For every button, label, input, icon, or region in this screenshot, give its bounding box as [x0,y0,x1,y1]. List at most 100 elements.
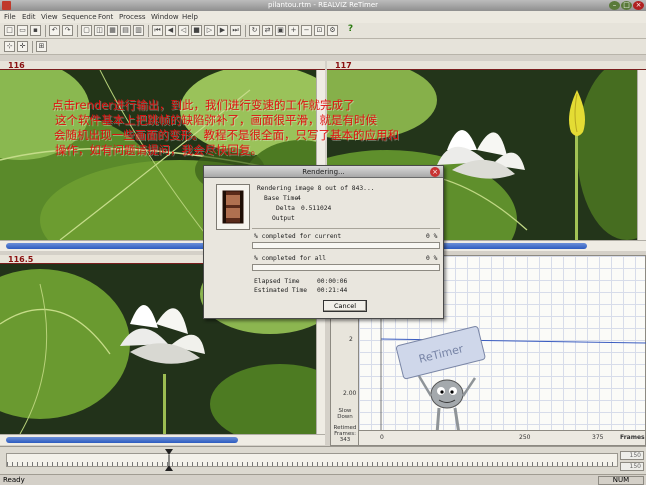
play-icon[interactable]: ▷ [204,25,215,36]
toolbar-divider [77,25,78,37]
overlay-line: 会随机出现一些画面的变形。教程不是很全面，只写了基本的应用和 [54,128,399,142]
cancel-button[interactable]: Cancel [323,300,367,312]
slow-down-label: Slow Down [337,408,353,420]
dialog-divider [252,228,440,229]
new-file-icon[interactable]: □ [4,25,15,36]
completed-all-value: 0 % [426,255,438,262]
dialog-title-bar[interactable]: Rendering... × [204,166,443,178]
estimated-time-label: Estimated Time [254,287,308,294]
x-tick-label: 0 [380,434,384,441]
playhead-marker[interactable] [165,449,173,471]
timeline-end-field[interactable]: 150 [620,462,644,471]
title-bar: pilantou.rtm - REALVIZ ReTimer – □ × [0,0,646,11]
menu-bar: File Edit View Sequence Font Process Win… [0,11,646,23]
num-lock-indicator: NUM [598,476,644,485]
fit-icon[interactable]: ⊡ [314,25,325,36]
secondary-toolbar: ⊹ ✛ ⊞ [0,39,646,55]
menu-help[interactable]: Help [182,11,198,23]
timeline-bar: 150 150 [0,446,646,474]
elapsed-time-label: Elapsed Time [254,278,300,285]
overlay-line: 这个软件基本上把跳帧的缺陷弥补了，画面很平滑，就是有时候 [55,113,377,127]
next-frame-icon[interactable]: ▶ [217,25,228,36]
menu-view[interactable]: View [41,11,58,23]
horizontal-scrollbar[interactable] [0,434,325,445]
total-progress-bar [252,264,440,271]
first-frame-icon[interactable]: ⏮ [152,25,163,36]
menu-file[interactable]: File [4,11,16,23]
delta-value: 0.511024 [301,205,332,212]
completed-current-label: % completed for current [254,233,342,240]
x-axis-label: Frames [620,434,645,441]
scrollbar-thumb[interactable] [6,437,238,443]
render-icon[interactable]: ▣ [275,25,286,36]
status-text: Ready [3,476,25,484]
minimize-button[interactable]: – [609,1,620,10]
grid-tool-icon[interactable]: ⊞ [36,41,47,52]
vertical-scrollbar[interactable] [637,70,646,240]
output-label: Output [272,215,295,222]
menu-process[interactable]: Process [119,11,146,23]
completed-current-value: 0 % [426,233,438,240]
overlay-line: 点击render进行输出，到此，我们进行变速的工作就完成了 [52,98,355,112]
settings-icon[interactable]: ⚙ [327,25,338,36]
mascot-illustration: ReTimer [395,326,486,435]
frame-number: 117 [335,61,352,70]
last-frame-icon[interactable]: ⏭ [230,25,241,36]
frame-number: 116.5 [8,255,34,264]
base-time-label: Base Time [264,195,299,202]
graph-x-axis: 0 250 375 Frames [359,430,645,445]
retimed-frames-label: Retimed Frames: 343 [333,425,357,443]
menu-window[interactable]: Window [151,11,179,23]
timeline-start-field[interactable]: 150 [620,451,644,460]
y-tick-label: 2.00 [343,390,357,397]
elapsed-time-value: 00:00:06 [317,278,348,285]
view-quad-icon[interactable]: ▦ [107,25,118,36]
maximize-button[interactable]: □ [621,1,632,10]
zoom-out-icon[interactable]: − [301,25,312,36]
redo-icon[interactable]: ↷ [62,25,73,36]
view-graph-icon[interactable]: ▤ [120,25,131,36]
zoom-in-icon[interactable]: + [288,25,299,36]
current-progress-bar [252,242,440,249]
open-file-icon[interactable]: ▭ [17,25,28,36]
rendering-dialog: Rendering... × Rendering image 8 out of … [203,165,444,319]
close-button[interactable]: × [633,1,644,10]
play-back-icon[interactable]: ◁ [178,25,189,36]
x-tick-label: 250 [519,434,531,441]
menu-edit[interactable]: Edit [22,11,36,23]
view-single-icon[interactable]: ▢ [81,25,92,36]
loop-icon[interactable]: ↻ [249,25,260,36]
stop-icon[interactable]: ■ [191,25,202,36]
menu-sequence[interactable]: Sequence [62,11,97,23]
status-bar: Ready NUM [0,474,646,485]
estimated-time-value: 00:21:44 [317,287,348,294]
delta-label: Delta [276,205,295,212]
dialog-title: Rendering... [302,168,345,176]
select-tool-icon[interactable]: ⊹ [4,41,15,52]
undo-icon[interactable]: ↶ [49,25,60,36]
completed-all-label: % completed for all [254,255,327,262]
y-tick-label: 2 [349,336,353,343]
bounce-icon[interactable]: ⇄ [262,25,273,36]
save-icon[interactable]: ▪ [30,25,41,36]
rendering-status-text: Rendering image 8 out of 843... [257,185,375,192]
view-split-icon[interactable]: ◫ [94,25,105,36]
help-icon[interactable]: ? [345,25,356,36]
crosshair-tool-icon[interactable]: ✛ [17,41,28,52]
menu-font[interactable]: Font [98,11,113,23]
frame-number: 116 [8,61,25,70]
film-reel-icon [216,184,250,230]
toolbar-divider [148,25,149,37]
x-tick-label: 375 [592,434,604,441]
base-time-value: 4 [297,195,301,202]
toolbar-divider [45,25,46,37]
toolbar-divider [245,25,246,37]
tutorial-overlay-text: 点击render进行输出，到此，我们进行变速的工作就完成了 这个软件基本上把跳帧… [52,98,472,158]
view-timeline-icon[interactable]: ▥ [133,25,144,36]
prev-frame-icon[interactable]: ◀ [165,25,176,36]
timeline-ruler[interactable] [6,453,618,467]
dialog-close-button[interactable]: × [430,167,440,177]
window-title: pilantou.rtm - REALVIZ ReTimer [267,1,379,9]
toolbar-divider [32,41,33,53]
viewer-header: 117 [327,61,646,70]
